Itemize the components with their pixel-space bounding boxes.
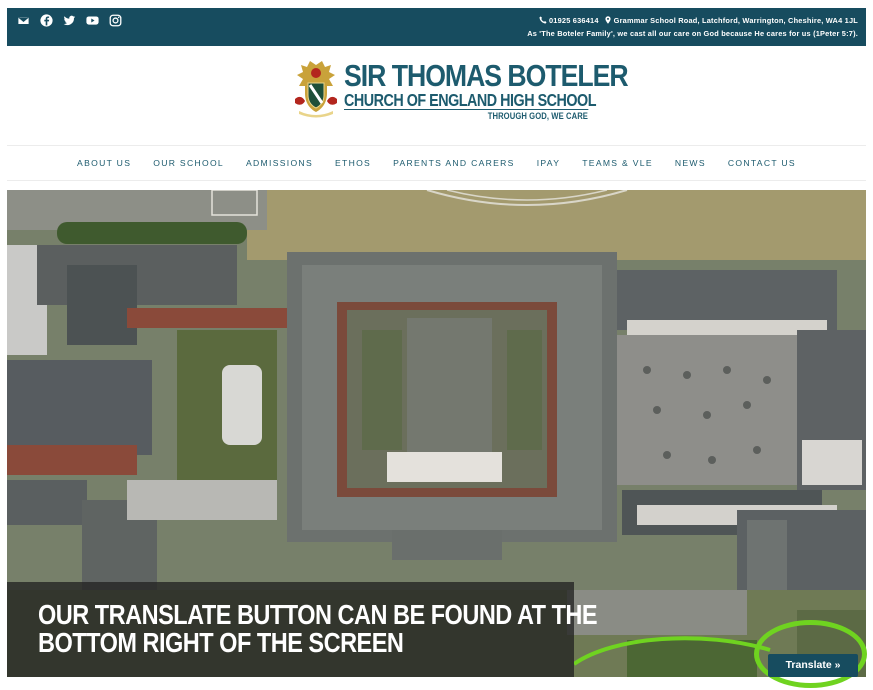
hero-caption-text: OUR TRANSLATE BUTTON CAN BE FOUND AT THE… — [38, 599, 598, 658]
school-wordmark: SIR THOMAS BOTELER CHURCH OF ENGLAND HIG… — [344, 58, 629, 121]
nav-item-about-us[interactable]: ABOUT US — [66, 158, 142, 168]
map-marker-icon — [605, 16, 611, 24]
highlight-arc — [574, 636, 771, 666]
school-crest-icon — [295, 61, 337, 118]
nav-item-contact-us[interactable]: CONTACT US — [717, 158, 807, 168]
school-logo[interactable]: SIR THOMAS BOTELER CHURCH OF ENGLAND HIG… — [0, 55, 873, 135]
logo-title: SIR THOMAS BOTELER — [344, 58, 629, 93]
hero-caption-line2: BOTTOM RIGHT OF THE SCREEN — [38, 627, 404, 658]
nav-item-ethos[interactable]: ETHOS — [324, 158, 382, 168]
nav-item-teams-vle[interactable]: TEAMS & VLE — [571, 158, 664, 168]
motto-line: As 'The Boteler Family', we cast all our… — [527, 29, 858, 38]
phone-link[interactable]: 01925 636414 — [539, 14, 599, 27]
logo-subtitle: CHURCH OF ENGLAND HIGH SCHOOL — [344, 90, 597, 110]
instagram-icon[interactable] — [109, 14, 122, 27]
phone-icon — [539, 16, 547, 24]
nav-divider-bottom — [7, 180, 866, 181]
phone-number: 01925 636414 — [548, 16, 599, 25]
main-navigation: ABOUT US OUR SCHOOL ADMISSIONS ETHOS PAR… — [0, 146, 873, 180]
nav-item-our-school[interactable]: OUR SCHOOL — [142, 158, 235, 168]
top-bar: 01925 636414 Grammar School Road, Latchf… — [7, 8, 866, 46]
youtube-icon[interactable] — [86, 14, 99, 27]
twitter-icon[interactable] — [63, 14, 76, 27]
envelope-icon[interactable] — [17, 14, 30, 27]
hero-slider: OUR TRANSLATE BUTTON CAN BE FOUND AT THE… — [7, 190, 866, 677]
nav-item-parents-and-carers[interactable]: PARENTS AND CARERS — [382, 158, 526, 168]
contact-info: 01925 636414 Grammar School Road, Latchf… — [527, 14, 858, 40]
hero-caption-line1: OUR TRANSLATE BUTTON CAN BE FOUND AT THE — [38, 599, 598, 630]
address-text: Grammar School Road, Latchford, Warringt… — [613, 16, 858, 25]
nav-item-news[interactable]: NEWS — [664, 158, 717, 168]
hero-caption: OUR TRANSLATE BUTTON CAN BE FOUND AT THE… — [7, 582, 598, 677]
translate-button[interactable]: Translate » — [768, 654, 858, 677]
facebook-icon[interactable] — [40, 14, 53, 27]
address: Grammar School Road, Latchford, Warringt… — [604, 14, 858, 27]
social-links — [17, 14, 122, 27]
nav-item-ipay[interactable]: IPAY — [526, 158, 572, 168]
logo-tagline: THROUGH GOD, WE CARE — [487, 111, 588, 121]
nav-item-admissions[interactable]: ADMISSIONS — [235, 158, 324, 168]
